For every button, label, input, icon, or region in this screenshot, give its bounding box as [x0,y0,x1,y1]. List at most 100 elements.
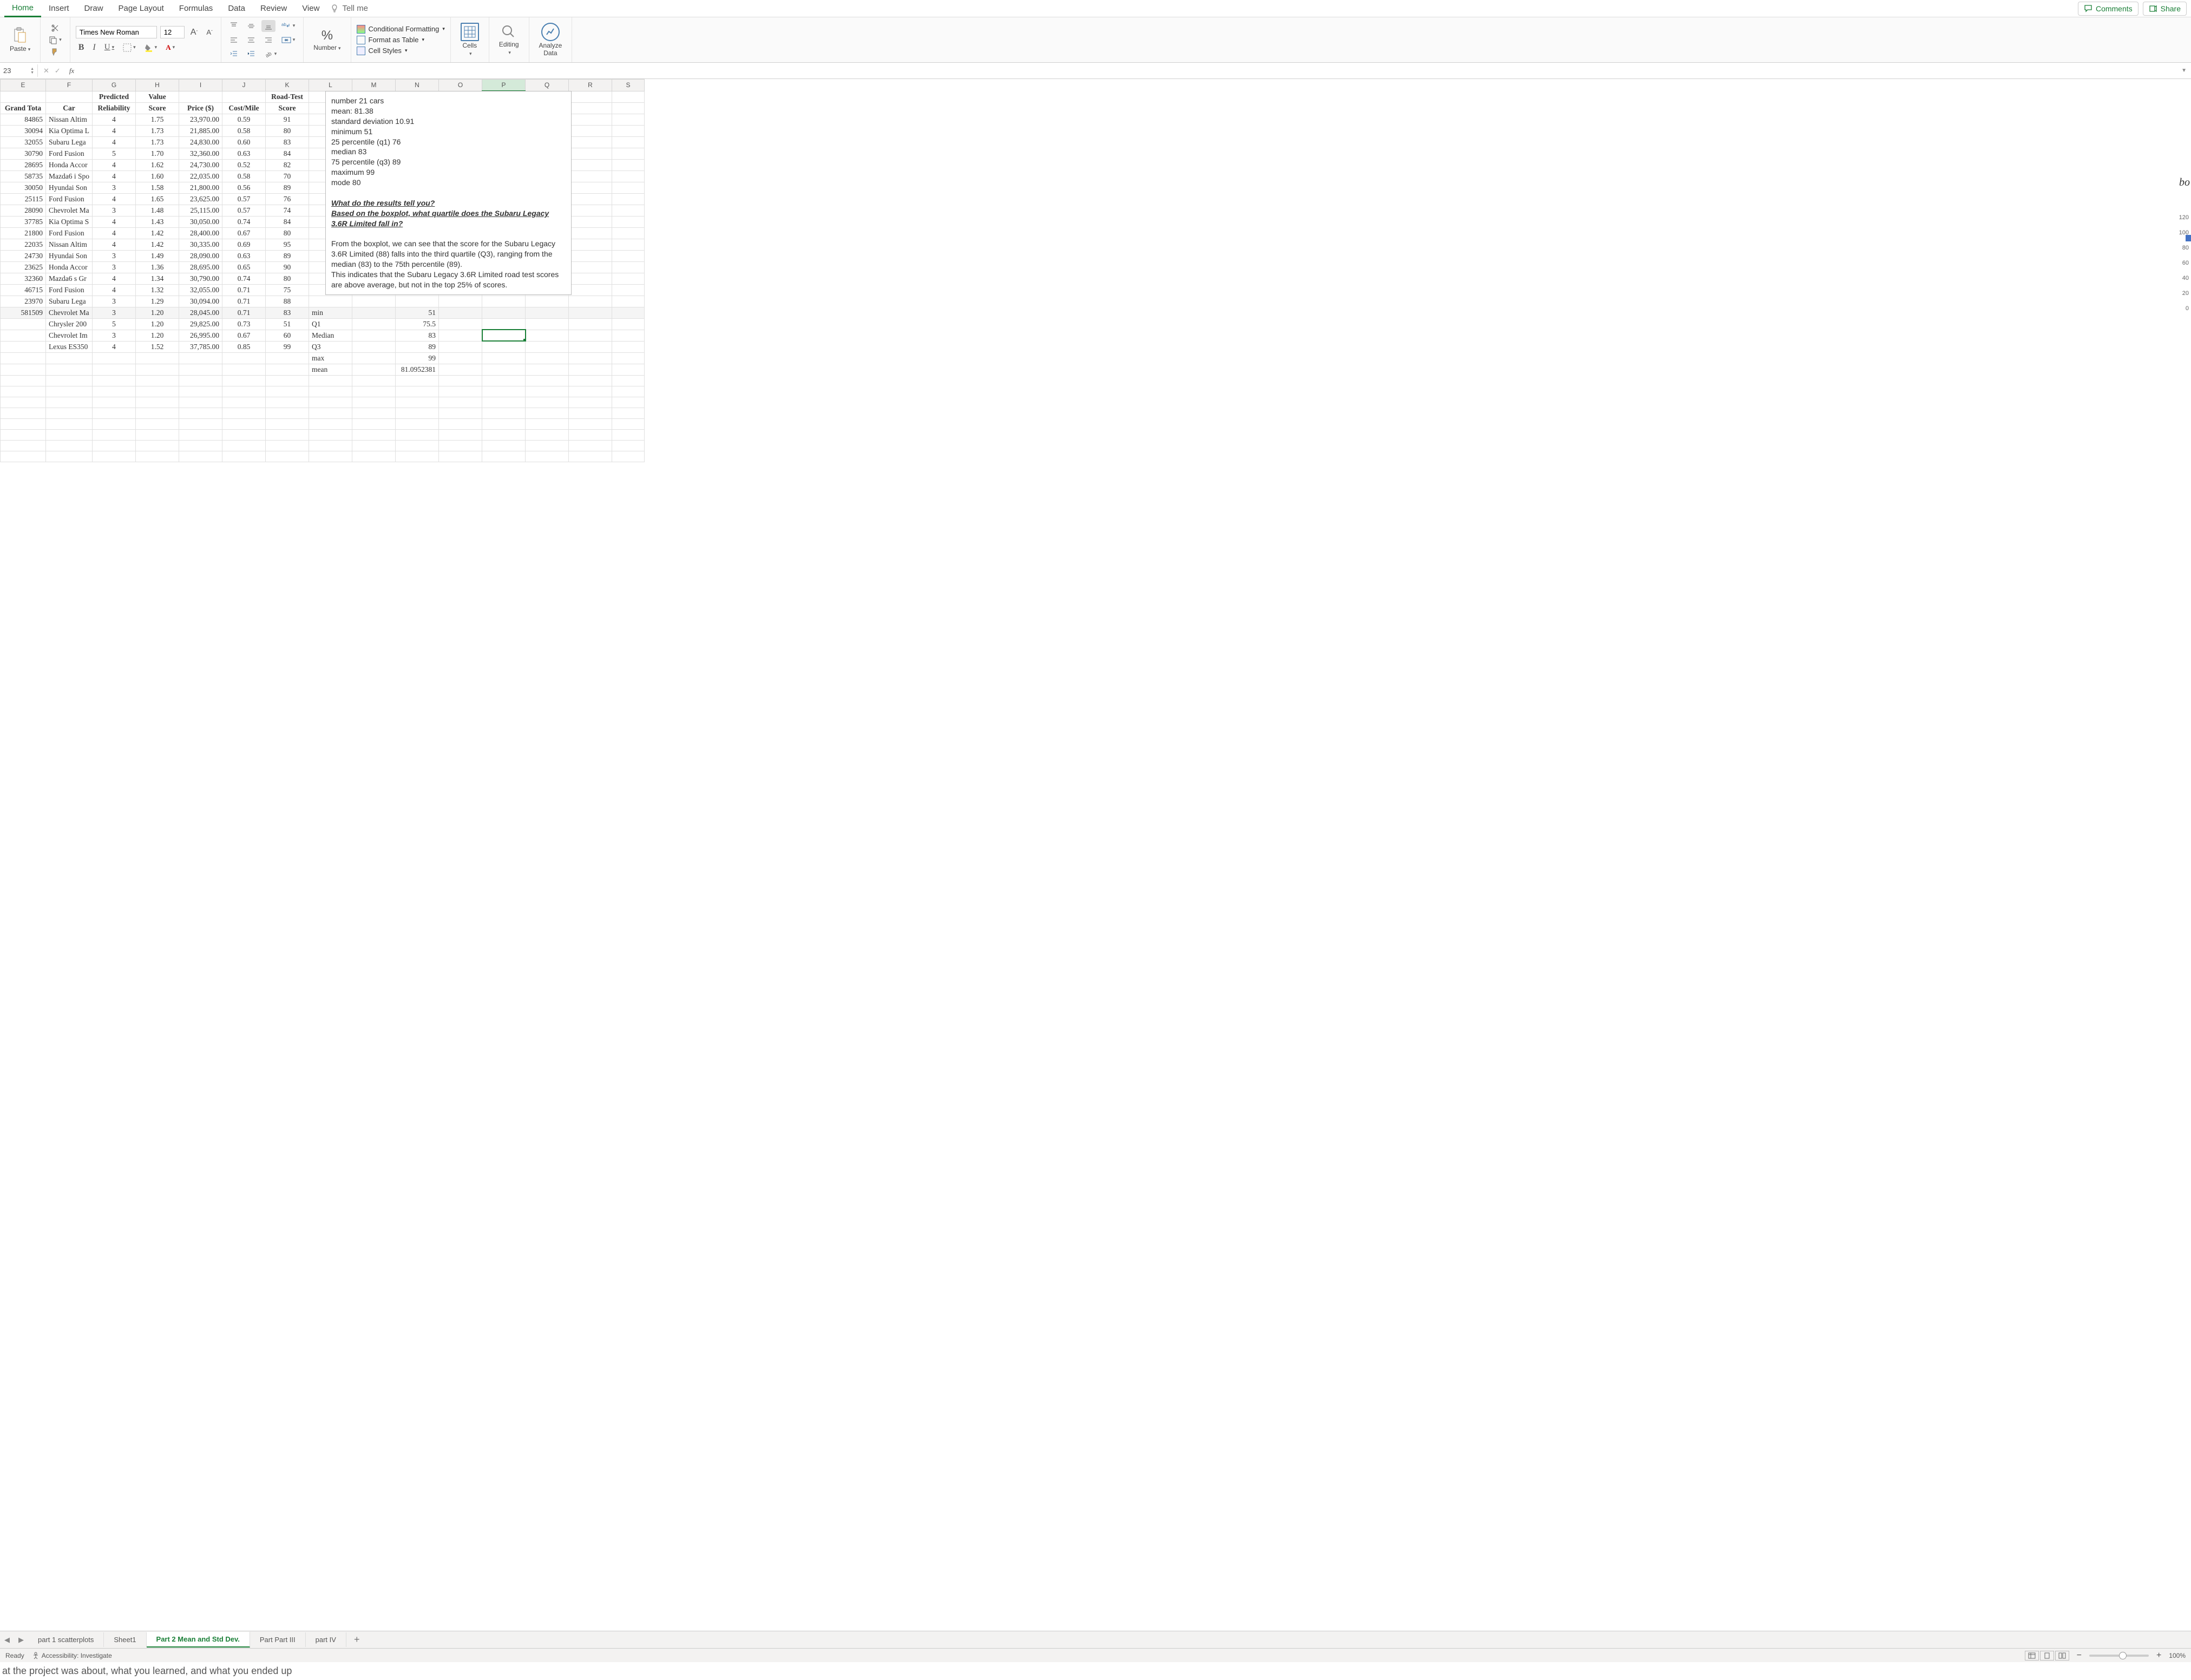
cell-roadtest[interactable]: 83 [266,307,309,318]
cell[interactable] [222,408,266,418]
cell[interactable] [352,330,396,341]
cell[interactable] [309,375,352,386]
cell-total[interactable]: 21800 [1,227,46,239]
cell[interactable] [222,429,266,440]
col-header-K[interactable]: K [266,80,309,91]
cell-roadtest[interactable]: 51 [266,318,309,330]
cell-roadtest[interactable]: 89 [266,250,309,261]
orientation-button[interactable]: ab [261,48,280,60]
view-page-layout-button[interactable] [2040,1651,2054,1661]
cell[interactable] [439,296,482,307]
cell[interactable] [396,429,439,440]
cell-roadtest[interactable]: 90 [266,261,309,273]
cell-costmile[interactable]: 0.71 [222,284,266,296]
tab-data[interactable]: Data [220,1,253,16]
cell-costmile[interactable]: 0.57 [222,205,266,216]
cell-styles-button[interactable]: Cell Styles▾ [357,45,445,56]
cell[interactable] [266,429,309,440]
cell-value[interactable]: 1.70 [136,148,179,159]
cell-value[interactable]: 1.75 [136,114,179,125]
cell-stat-value[interactable]: 83 [396,330,439,341]
cell-price[interactable]: 28,695.00 [179,261,222,273]
cell-costmile[interactable]: 0.63 [222,148,266,159]
cell[interactable] [612,307,645,318]
cell[interactable] [569,397,612,408]
cell-costmile[interactable]: 0.71 [222,296,266,307]
cell-reliability[interactable]: 5 [93,148,136,159]
cell-price[interactable]: 22,035.00 [179,170,222,182]
cell-roadtest[interactable]: 76 [266,193,309,205]
cell[interactable] [1,397,46,408]
cell-value[interactable]: 1.34 [136,273,179,284]
cell[interactable] [612,318,645,330]
formula-bar[interactable] [77,64,2177,77]
cell[interactable]: Road-Test [266,91,309,102]
cell[interactable] [612,136,645,148]
cell-reliability[interactable]: 4 [93,136,136,148]
cell[interactable] [569,227,612,239]
header-value-score[interactable]: Score [136,102,179,114]
cell[interactable] [439,307,482,318]
cell[interactable] [309,418,352,429]
cell[interactable] [439,418,482,429]
cell-value[interactable]: 1.20 [136,318,179,330]
cell[interactable] [222,440,266,451]
cell-reliability[interactable]: 4 [93,284,136,296]
cell[interactable] [439,364,482,375]
cell-car[interactable]: Chevrolet Ma [46,205,93,216]
cell-roadtest[interactable]: 83 [266,136,309,148]
tab-page-layout[interactable]: Page Layout [111,1,172,16]
cell[interactable] [569,364,612,375]
cell[interactable] [612,296,645,307]
align-bottom-button[interactable] [261,20,275,32]
cell-roadtest[interactable]: 82 [266,159,309,170]
cell[interactable] [266,440,309,451]
cell[interactable] [439,318,482,330]
cell[interactable]: Predicted [93,91,136,102]
cell[interactable] [612,193,645,205]
cell-car[interactable]: Ford Fusion [46,284,93,296]
cell[interactable] [136,408,179,418]
cell[interactable] [222,451,266,462]
cell-total[interactable]: 22035 [1,239,46,250]
tell-me[interactable]: Tell me [330,4,368,13]
cell-value[interactable] [136,352,179,364]
cell-reliability[interactable]: 4 [93,227,136,239]
worksheet-area[interactable]: EFGHIJKLMNOPQRS PredictedValueRoad-TestG… [0,79,2191,1631]
cell[interactable] [179,375,222,386]
cell-costmile[interactable]: 0.60 [222,136,266,148]
tab-draw[interactable]: Draw [77,1,111,16]
enter-formula-button[interactable]: ✓ [55,67,61,75]
cell[interactable] [93,386,136,397]
cell[interactable] [136,440,179,451]
cell[interactable] [612,408,645,418]
col-header-E[interactable]: E [1,80,46,91]
cell[interactable] [352,318,396,330]
cell[interactable] [482,318,526,330]
wrap-text-button[interactable]: ab [279,20,298,32]
cell-reliability[interactable]: 3 [93,182,136,193]
cell-roadtest[interactable]: 84 [266,216,309,227]
col-header-Q[interactable]: Q [526,80,569,91]
cell-car[interactable]: Honda Accor [46,261,93,273]
cell-value[interactable]: 1.62 [136,159,179,170]
sheet-tab-5[interactable]: part IV [306,1632,346,1647]
cell[interactable] [612,91,645,102]
sheet-tab-4[interactable]: Part Part III [250,1632,306,1647]
cell[interactable] [612,159,645,170]
col-header-G[interactable]: G [93,80,136,91]
name-box[interactable]: 23▲▼ [0,64,38,77]
cell-costmile[interactable]: 0.67 [222,330,266,341]
col-header-I[interactable]: I [179,80,222,91]
cell[interactable] [526,440,569,451]
cell-costmile[interactable]: 0.63 [222,250,266,261]
cell[interactable] [93,451,136,462]
cell[interactable] [266,386,309,397]
cell[interactable] [569,386,612,397]
cell-price[interactable] [179,364,222,375]
cell-value[interactable]: 1.32 [136,284,179,296]
cell[interactable] [266,451,309,462]
cell-price[interactable]: 28,090.00 [179,250,222,261]
cell[interactable] [526,307,569,318]
cell-total[interactable] [1,364,46,375]
